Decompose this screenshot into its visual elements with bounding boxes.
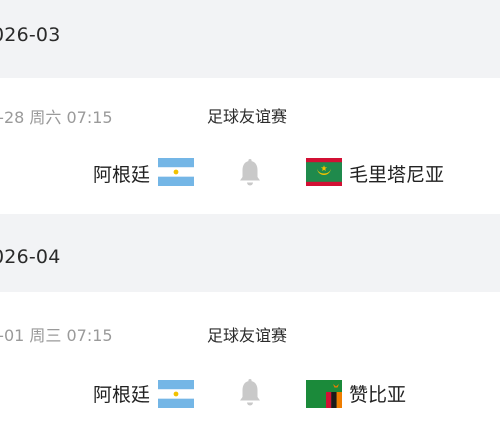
competition-name: 足球友谊赛 [207, 326, 288, 345]
competition-name: 足球友谊赛 [207, 107, 288, 126]
month-label: 026-04 [0, 246, 61, 268]
match-date-time: 4-01 周三 07:15 [0, 326, 113, 345]
bell-icon[interactable] [237, 158, 263, 188]
match-date-time: 3-28 周六 07:15 [0, 108, 113, 127]
away-team-name: 毛里塔尼亚 [349, 164, 445, 186]
argentina-flag-icon [158, 380, 194, 408]
month-header: 026-03 [0, 0, 500, 78]
month-header: 026-04 [0, 214, 500, 292]
home-team-name: 阿根廷 [92, 384, 150, 406]
home-team-name: 阿根廷 [92, 164, 150, 186]
mauritania-flag-icon [306, 158, 342, 186]
argentina-flag-icon [158, 158, 194, 186]
month-label: 026-03 [0, 24, 61, 46]
match-card[interactable]: 4-01 周三 07:15 足球友谊赛 阿根廷 赞比亚 [0, 292, 500, 440]
zambia-flag-icon [306, 380, 342, 408]
bell-icon[interactable] [237, 378, 263, 408]
away-team-name: 赞比亚 [349, 384, 407, 406]
match-card[interactable]: 3-28 周六 07:15 足球友谊赛 阿根廷 毛里塔尼亚 [0, 78, 500, 214]
